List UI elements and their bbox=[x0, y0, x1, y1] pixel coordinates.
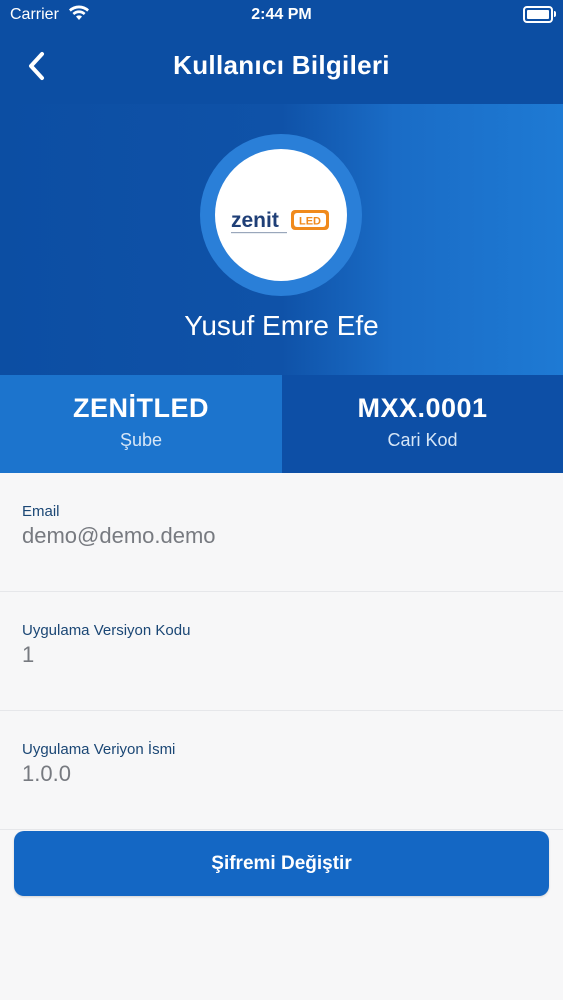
account-code-stat: MXX.0001 Cari Kod bbox=[282, 375, 563, 473]
clock: 2:44 PM bbox=[251, 6, 312, 23]
avatar: zenit LED bbox=[200, 134, 362, 296]
logo-badge-text: LED bbox=[299, 216, 321, 228]
logo-wordmark: zenit bbox=[231, 209, 279, 232]
user-name: Yusuf Emre Efe bbox=[184, 310, 379, 341]
account-code-label: Cari Kod bbox=[387, 430, 458, 450]
version-code-value: 1 bbox=[22, 642, 35, 667]
version-name-row: Uygulama Veriyon İsmi 1.0.0 bbox=[0, 711, 563, 830]
email-label: Email bbox=[22, 503, 60, 520]
profile-header: Carrier 2:44 PM Kullanıcı Bilgileri zeni… bbox=[0, 0, 563, 375]
company-logo: zenit LED bbox=[231, 209, 329, 234]
battery-icon bbox=[523, 6, 556, 23]
branch-label: Şube bbox=[119, 430, 163, 450]
email-row: Email demo@demo.demo bbox=[0, 473, 563, 592]
version-name-label: Uygulama Veriyon İsmi bbox=[22, 741, 176, 758]
avatar-inner: zenit LED bbox=[215, 149, 347, 281]
change-password-button[interactable]: Şifremi Değiştir bbox=[14, 831, 549, 896]
branch-value: ZENİTLED bbox=[73, 393, 209, 423]
account-code-value: MXX.0001 bbox=[357, 393, 488, 423]
version-name-value: 1.0.0 bbox=[22, 761, 71, 786]
stats-bar: ZENİTLED Şube MXX.0001 Cari Kod bbox=[0, 375, 563, 473]
branch-stat: ZENİTLED Şube bbox=[0, 375, 282, 473]
page-title: Kullanıcı Bilgileri bbox=[173, 50, 390, 80]
user-info-list: Email demo@demo.demo Uygulama Versiyon K… bbox=[0, 473, 563, 830]
email-value: demo@demo.demo bbox=[22, 523, 216, 548]
status-bar: Carrier 2:44 PM bbox=[0, 0, 563, 30]
version-code-label: Uygulama Versiyon Kodu bbox=[22, 622, 191, 639]
version-code-row: Uygulama Versiyon Kodu 1 bbox=[0, 592, 563, 711]
